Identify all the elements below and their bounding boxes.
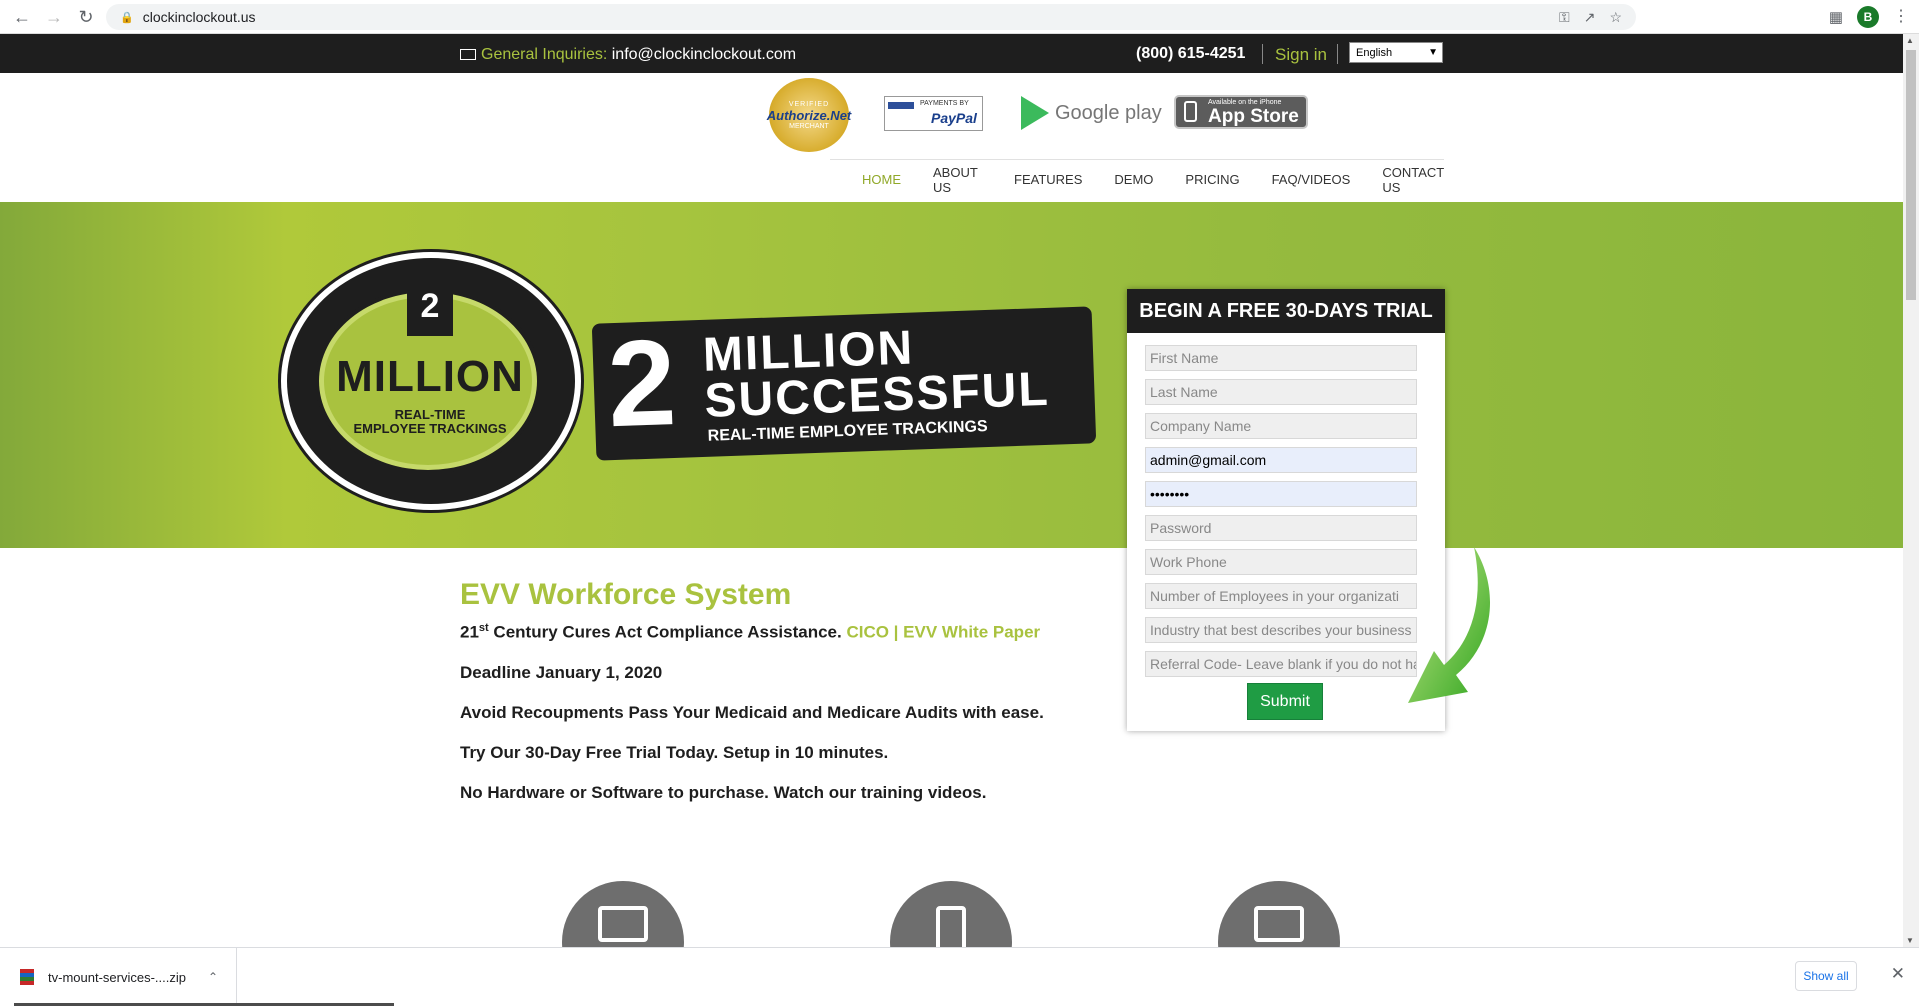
page-viewport: General Inquiries: info@clockinclockout.… <box>0 34 1903 947</box>
nav-pricing[interactable]: PRICING <box>1185 172 1239 187</box>
language-value: English <box>1356 46 1393 59</box>
last-name-field[interactable] <box>1145 379 1417 405</box>
employees-field[interactable] <box>1145 583 1417 609</box>
bookmark-star-icon[interactable]: ☆ <box>1609 9 1622 26</box>
seal-sub-line-2: EMPLOYEE TRACKINGS <box>353 421 507 436</box>
inquiries-email[interactable]: info@clockinclockout.com <box>612 46 796 63</box>
trial-form: BEGIN A FREE 30-DAYS TRIAL Submit <box>1127 289 1445 731</box>
paypal-main-text: PayPal <box>931 110 977 126</box>
password-field-filled[interactable] <box>1145 481 1417 507</box>
authorize-net-seal[interactable]: VERIFIED Authorize.Net MERCHANT <box>766 78 852 152</box>
cures-act-prefix: 21 <box>460 622 479 642</box>
trial-form-title: BEGIN A FREE 30-DAYS TRIAL <box>1127 289 1445 333</box>
browser-toolbar: ← → ↻ 🔒 clockinclockout.us ⚿ ↗ ☆ ▦ B ⋮ <box>0 0 1919 34</box>
main-nav: HOME ABOUT US FEATURES DEMO PRICING FAQ/… <box>830 159 1444 199</box>
authorize-top-text: VERIFIED <box>788 100 830 108</box>
feature-phone-icon[interactable] <box>562 881 684 947</box>
recoupments-line: Avoid Recoupments Pass Your Medicaid and… <box>460 702 1044 722</box>
address-bar[interactable]: 🔒 clockinclockout.us ⚿ ↗ ☆ <box>106 4 1636 30</box>
industry-field[interactable] <box>1145 617 1417 643</box>
zip-file-icon <box>20 969 34 985</box>
chevron-up-icon[interactable]: ⌃ <box>208 970 218 984</box>
appstore-top-text: Available on the iPhone <box>1208 99 1282 106</box>
hero-banner: 2 MILLION REAL-TIME EMPLOYEE TRACKINGS 2… <box>0 202 1903 548</box>
nav-demo[interactable]: DEMO <box>1114 172 1153 187</box>
banner-successful: SUCCESSFUL <box>703 362 1051 428</box>
authorize-bottom-text: MERCHANT <box>789 122 829 130</box>
banner-number: 2 <box>605 313 679 453</box>
partner-badges: VERIFIED Authorize.Net MERCHANT PAYMENTS… <box>0 74 1903 160</box>
inquiries-label: General Inquiries: <box>481 46 608 63</box>
extensions-puzzle-icon[interactable]: ▦ <box>1829 8 1843 26</box>
lock-icon: 🔒 <box>120 11 134 24</box>
nav-about-us[interactable]: ABOUT US <box>933 165 982 195</box>
section-heading: EVV Workforce System <box>460 578 792 611</box>
deadline-line: Deadline January 1, 2020 <box>460 662 663 682</box>
nav-faq-videos[interactable]: FAQ/VIDEOS <box>1272 172 1351 187</box>
reload-icon[interactable]: ↻ <box>70 1 102 33</box>
first-name-field[interactable] <box>1145 345 1417 371</box>
download-filename: tv-mount-services-....zip <box>48 969 186 985</box>
download-item[interactable]: tv-mount-services-....zip ⌃ <box>0 948 237 1006</box>
appstore-main-text: App Store <box>1208 106 1299 127</box>
back-arrow-icon[interactable]: ← <box>6 1 38 33</box>
envelope-icon <box>460 49 476 60</box>
submit-button[interactable]: Submit <box>1247 683 1323 720</box>
paypal-card-strip <box>888 102 914 109</box>
language-select[interactable]: English ▼ <box>1349 42 1443 63</box>
profile-avatar[interactable]: B <box>1857 6 1879 28</box>
trial-line: Try Our 30-Day Free Trial Today. Setup i… <box>460 742 889 762</box>
pointing-arrow-icon <box>1408 547 1491 703</box>
main-content: EVV Workforce System 21st Century Cures … <box>460 578 1100 823</box>
google-play-badge[interactable]: Google play <box>1021 96 1162 130</box>
divider <box>1337 44 1338 64</box>
google-play-text: Google play <box>1055 101 1162 124</box>
url-text: clockinclockout.us <box>142 9 256 25</box>
page-scrollbar[interactable]: ▲ ▼ <box>1903 34 1919 947</box>
key-icon[interactable]: ⚿ <box>1559 9 1570 26</box>
seal-sub-line-1: REAL-TIME <box>394 407 466 422</box>
forward-arrow-icon[interactable]: → <box>38 1 70 33</box>
referral-code-field[interactable] <box>1145 651 1417 677</box>
company-name-field[interactable] <box>1145 413 1417 439</box>
no-hardware-line: No Hardware or Software to purchase. Wat… <box>460 782 987 802</box>
browser-menu-icon[interactable]: ⋮ <box>1893 6 1909 26</box>
divider <box>1262 44 1263 64</box>
iphone-icon <box>1184 101 1197 122</box>
nav-home[interactable]: HOME <box>862 172 901 187</box>
chevron-down-icon: ▼ <box>1428 47 1438 58</box>
feature-timeclock-icon[interactable] <box>1218 881 1340 947</box>
nav-features[interactable]: FEATURES <box>1014 172 1082 187</box>
cures-act-line: 21st Century Cures Act Compliance Assist… <box>460 622 1100 643</box>
work-phone-field[interactable] <box>1145 549 1417 575</box>
paypal-badge: PAYMENTS BY PayPal <box>884 96 983 131</box>
seal-sub-text: REAL-TIME EMPLOYEE TRACKINGS <box>335 408 525 436</box>
share-icon[interactable]: ↗ <box>1584 9 1596 26</box>
feature-mobile-icon[interactable] <box>890 881 1012 947</box>
password-field[interactable] <box>1145 515 1417 541</box>
scroll-thumb[interactable] <box>1906 50 1916 300</box>
paypal-top-text: PAYMENTS BY <box>920 100 969 107</box>
signin-link[interactable]: Sign in <box>1275 45 1327 65</box>
download-bar: tv-mount-services-....zip ⌃ Show all ✕ <box>0 947 1919 1006</box>
close-icon[interactable]: ✕ <box>1891 964 1905 984</box>
seal-number: 2 <box>407 284 453 336</box>
top-info-bar: General Inquiries: info@clockinclockout.… <box>0 34 1903 73</box>
cures-act-text: Century Cures Act Compliance Assistance. <box>488 622 847 642</box>
email-field[interactable] <box>1145 447 1417 473</box>
million-seal: 2 MILLION REAL-TIME EMPLOYEE TRACKINGS <box>285 258 587 504</box>
scroll-down-icon[interactable]: ▼ <box>1906 936 1914 945</box>
phone-number: (800) 615-4251 <box>1136 45 1246 62</box>
white-paper-link[interactable]: CICO | EVV White Paper <box>846 623 1040 642</box>
authorize-main-text: Authorize.Net <box>766 107 852 123</box>
million-banner: 2 MILLION SUCCESSFUL REAL-TIME EMPLOYEE … <box>591 306 1097 461</box>
google-play-icon <box>1021 96 1049 130</box>
seal-million-text: MILLION <box>336 352 524 401</box>
scroll-up-icon[interactable]: ▲ <box>1906 36 1914 45</box>
app-store-badge[interactable]: Available on the iPhone App Store <box>1174 95 1308 129</box>
cures-act-sup: st <box>478 622 489 634</box>
show-all-button[interactable]: Show all <box>1795 961 1857 991</box>
general-inquiries: General Inquiries: info@clockinclockout.… <box>460 46 796 64</box>
nav-contact-us[interactable]: CONTACT US <box>1382 165 1444 195</box>
